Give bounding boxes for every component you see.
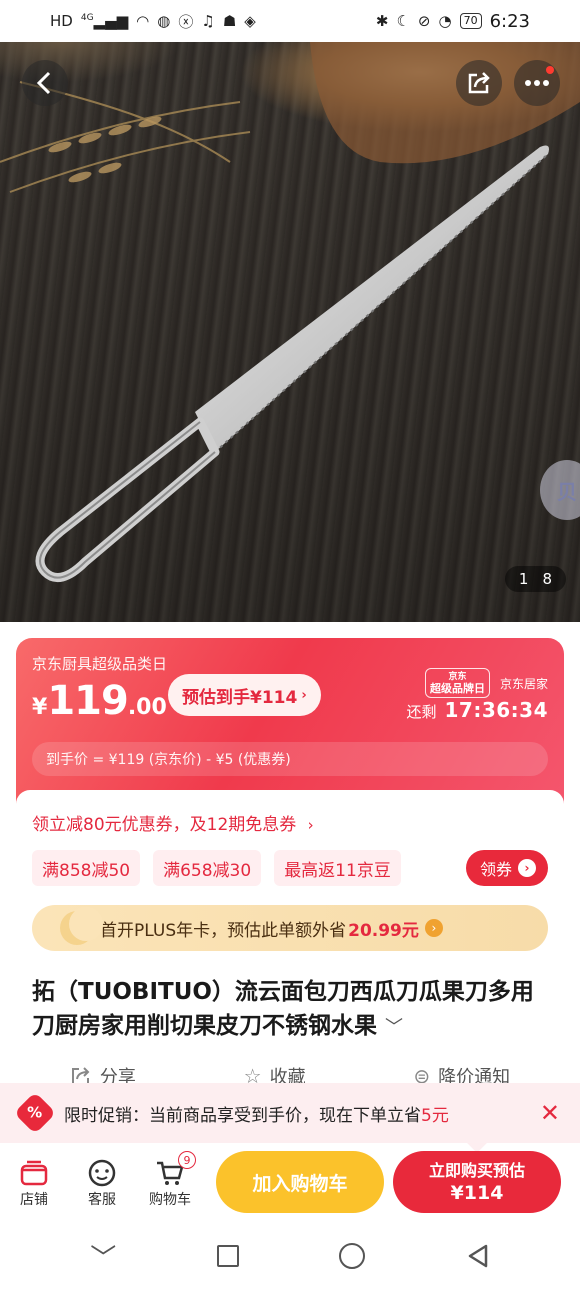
coupon-row: 满858减50 满658减30 最高返11京豆 [32, 850, 401, 886]
plus-membership-banner[interactable]: 首开PLUS年卡，预估此单额外省 20.99元 › [32, 905, 548, 951]
shop-nav[interactable]: 店铺 [0, 1157, 68, 1209]
more-icon [525, 80, 549, 86]
mute-icon: ⊘ [417, 12, 431, 30]
product-details: 领立减80元优惠券，及12期免息券 › 满858减50 满658减30 最高返1… [16, 790, 564, 1098]
app-icon: ◈ [244, 12, 256, 30]
bluetooth-icon: ✱ [375, 12, 389, 30]
hd-indicator: HD [50, 12, 73, 30]
discount-icon: % [13, 1091, 57, 1135]
qq-icon: ☗ [222, 12, 237, 30]
more-button[interactable] [514, 60, 560, 106]
toast-text: 限时促销：当前商品享受到手价，现在下单立省 [64, 1105, 421, 1126]
moon-icon: ☾ [396, 12, 410, 30]
plus-savings: 20.99元 [348, 920, 419, 941]
price-decimal: .00 [127, 695, 167, 720]
estimated-price-pill[interactable]: 预估到手¥114 › [168, 674, 321, 716]
price-formula: 到手价 = ¥119 (京东价) - ¥5 (优惠券) [32, 742, 548, 776]
back-triangle-icon[interactable] [466, 1243, 490, 1269]
share-button[interactable] [456, 60, 502, 106]
coupon-chip[interactable]: 满858减50 [32, 850, 141, 886]
chevron-down-icon[interactable]: ﹀ [385, 1017, 403, 1038]
cart-count-badge: 9 [178, 1151, 196, 1169]
coupon-headline-link[interactable]: 领立减80元优惠券，及12期免息券 › [32, 810, 314, 835]
wifi-icon: ◠ [136, 12, 150, 30]
claim-coupon-button[interactable]: 领券 › [465, 850, 548, 886]
product-image-carousel[interactable]: 贝 1 8 [0, 42, 580, 622]
super-brand-day-logo: 京东 超级品牌日 [424, 668, 490, 698]
toast-savings: 5元 [421, 1105, 449, 1126]
promo-banner: 京东厨具超级品类日 ¥ 119 .00 预估到手¥114 › 京东 超级品牌日 … [16, 638, 564, 808]
battery-icon: 70 [459, 13, 482, 29]
timer-icon: ◔ [438, 12, 452, 30]
chevron-right-icon: › [518, 859, 536, 877]
brand-logos: 京东 超级品牌日 京东居家 [424, 668, 548, 698]
promo-toast[interactable]: % 限时促销：当前商品享受到手价，现在下单立省 5元 ✕ [0, 1083, 580, 1143]
status-bar: HD 4G▂▄▆ ◠ ◍ ⓧ ♫ ☗ ◈ ✱ ☾ ⊘ ◔ 70 6:23 [0, 0, 580, 42]
recent-apps-button[interactable] [216, 1245, 239, 1267]
product-info-card: 京东厨具超级品类日 ¥ 119 .00 预估到手¥114 › 京东 超级品牌日 … [16, 638, 564, 1098]
clock: 6:23 [489, 10, 530, 32]
close-icon[interactable]: ✕ [540, 1099, 560, 1127]
service-icon [88, 1159, 116, 1187]
coupon-chip[interactable]: 最高返11京豆 [274, 850, 401, 886]
price: ¥ 119 .00 [32, 678, 167, 724]
image-page-counter: 1 8 [504, 566, 566, 592]
chevron-right-icon: › [301, 687, 307, 703]
plus-text: 首开PLUS年卡，预估此单额外省 [100, 920, 347, 941]
back-button[interactable] [22, 60, 68, 106]
notification-dot [546, 66, 554, 74]
countdown-time: 17:36:34 [444, 698, 548, 722]
chevron-right-icon: › [424, 919, 443, 937]
currency-symbol: ¥ [32, 695, 48, 720]
brand-name: 京东居家 [499, 676, 548, 691]
bottom-action-bar: 店铺 客服 9 购物车 加入购物车 立即购买预估 ¥114 [0, 1133, 580, 1223]
crescent-icon [60, 907, 103, 945]
share-icon [468, 72, 490, 94]
chevron-right-icon: › [307, 816, 314, 834]
page-total: 8 [542, 570, 552, 588]
coupon-chip[interactable]: 满658减30 [153, 850, 262, 886]
signal-icon: 4G▂▄▆ [80, 12, 129, 30]
product-title[interactable]: 拓（TUOBITUO）流云面包刀西瓜刀瓜果刀多用刀厨房家用削切果皮刀不锈钢水果 … [32, 975, 552, 1045]
wechat-icon: ◍ [157, 12, 171, 30]
countdown: 还剩 17:36:34 [406, 698, 548, 722]
price-integer: 119 [47, 678, 128, 724]
add-to-cart-button[interactable]: 加入购物车 [216, 1151, 384, 1213]
app-notification-icon: ⓧ [178, 12, 194, 31]
home-button[interactable] [339, 1243, 366, 1269]
chevron-left-icon [36, 71, 51, 95]
product-photo-knife [0, 42, 580, 583]
countdown-label: 还剩 [406, 703, 437, 721]
cart-nav[interactable]: 9 购物车 [136, 1151, 204, 1209]
shop-icon [20, 1160, 48, 1186]
promo-title: 京东厨具超级品类日 [32, 655, 168, 673]
buy-now-button[interactable]: 立即购买预估 ¥114 [393, 1151, 561, 1213]
customer-service-nav[interactable]: 客服 [68, 1157, 136, 1209]
music-icon: ♫ [201, 12, 215, 30]
page-current: 1 [518, 570, 529, 588]
chevron-down-icon[interactable]: ﹀ [90, 1238, 116, 1275]
estimated-price-label: 预估到手¥114 [182, 687, 298, 708]
system-navigation-bar: ﹀ [0, 1223, 580, 1289]
